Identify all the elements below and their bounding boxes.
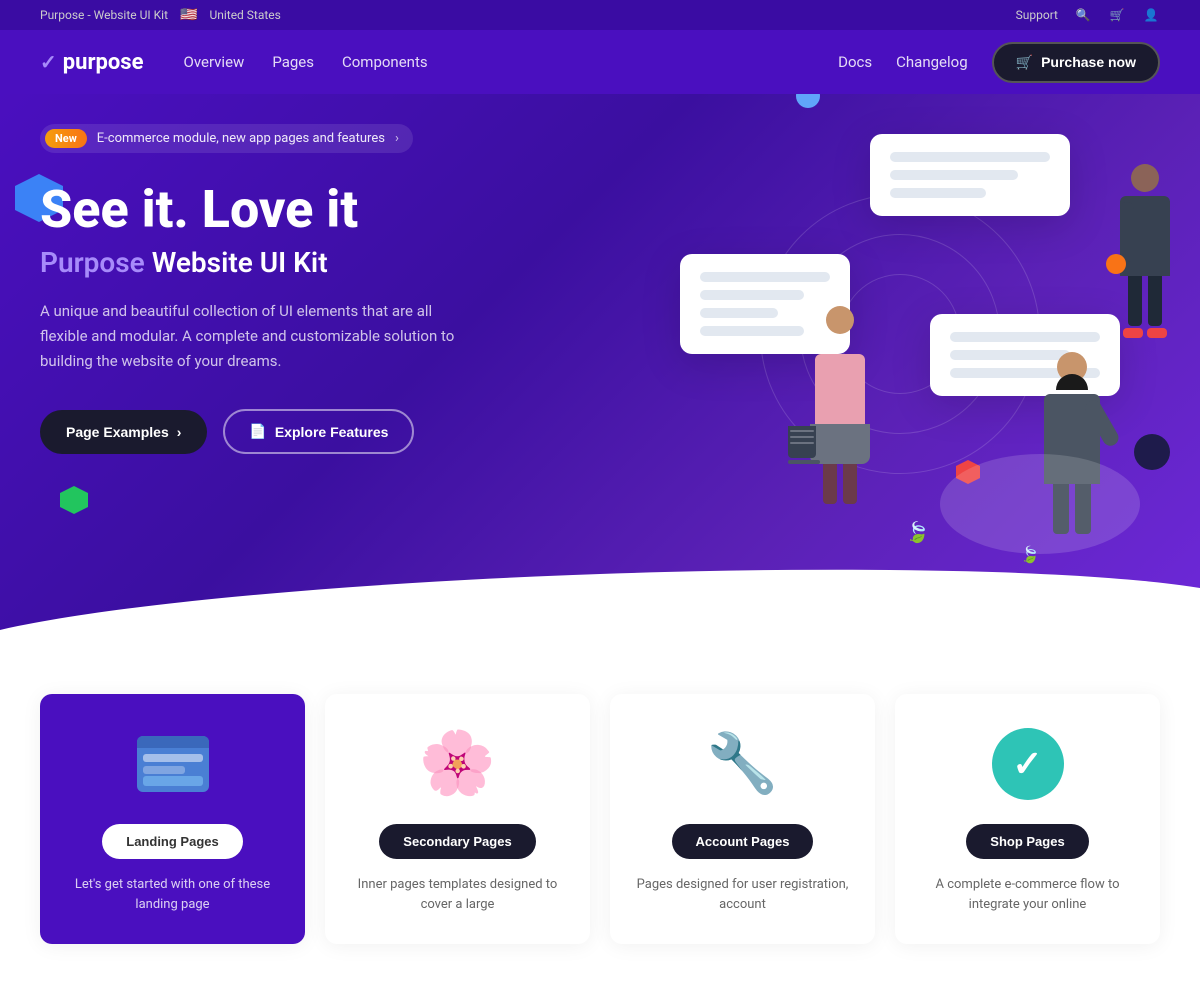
top-bar: Purpose - Website UI Kit 🇺🇸 United State… <box>0 0 1200 30</box>
nav-pages[interactable]: Pages <box>272 53 314 71</box>
secondary-pages-button[interactable]: Secondary Pages <box>379 824 535 859</box>
support-link[interactable]: Support <box>1016 8 1058 22</box>
explore-features-button[interactable]: 📄 Explore Features <box>223 409 414 454</box>
page-examples-label: Page Examples <box>66 424 169 440</box>
announcement-text: E-commerce module, new app pages and fea… <box>97 131 385 146</box>
shop-pages-card: ✓ Shop Pages A complete e-commerce flow … <box>895 694 1160 944</box>
announcement-bar[interactable]: New E-commerce module, new app pages and… <box>40 124 413 153</box>
account-pages-button[interactable]: Account Pages <box>672 824 814 859</box>
explore-features-label: Explore Features <box>275 424 389 440</box>
search-icon[interactable]: 🔍 <box>1074 6 1092 24</box>
landing-pages-label: Landing Pages <box>126 834 218 849</box>
hero-subtitle: Purpose Website UI Kit <box>40 246 520 279</box>
shop-pages-label: Shop Pages <box>990 834 1064 849</box>
orange-ball <box>1106 254 1126 274</box>
white-blob <box>940 454 1140 554</box>
hero-description: A unique and beautiful collection of UI … <box>40 299 460 373</box>
nav-components[interactable]: Components <box>342 53 428 71</box>
hero-title: See it. Love it <box>40 181 520 238</box>
new-badge: New <box>45 129 87 148</box>
leaf-2: 🍃 <box>1020 545 1040 564</box>
feature-cards-section: Landing Pages Let's get started with one… <box>0 634 1200 984</box>
secondary-pages-text: Inner pages templates designed to cover … <box>349 875 566 914</box>
nav-links: Overview Pages Components <box>184 53 428 71</box>
nav-docs[interactable]: Docs <box>838 53 872 71</box>
hero-buttons: Page Examples › 📄 Explore Features <box>40 409 520 454</box>
cart-icon[interactable]: 🛒 <box>1108 6 1126 24</box>
navbar-left: ✓ purpose Overview Pages Components <box>40 50 428 75</box>
purchase-btn-label: Purchase now <box>1041 54 1136 70</box>
person-1 <box>810 306 870 504</box>
secondary-pages-icon: 🌸 <box>418 724 498 804</box>
account-pages-icon: 🔧 <box>703 724 783 804</box>
cart-btn-icon: 🛒 <box>1016 54 1033 71</box>
ui-card-1 <box>870 134 1070 216</box>
secondary-pages-label: Secondary Pages <box>403 834 511 849</box>
logo-text: purpose <box>63 50 144 75</box>
brand-name: Purpose - Website UI Kit <box>40 8 168 22</box>
landing-pages-card: Landing Pages Let's get started with one… <box>40 694 305 944</box>
wastebasket <box>788 426 820 464</box>
page-examples-button[interactable]: Page Examples › <box>40 410 207 454</box>
shop-pages-icon: ✓ <box>988 724 1068 804</box>
shop-pages-text: A complete e-commerce flow to integrate … <box>919 875 1136 914</box>
account-pages-label: Account Pages <box>696 834 790 849</box>
shop-pages-button[interactable]: Shop Pages <box>966 824 1088 859</box>
logo[interactable]: ✓ purpose <box>40 50 144 75</box>
account-pages-text: Pages designed for user registration, ac… <box>634 875 851 914</box>
leaf-1: 🍃 <box>905 520 930 544</box>
secondary-pages-card: 🌸 Secondary Pages Inner pages templates … <box>325 694 590 944</box>
top-bar-left: Purpose - Website UI Kit 🇺🇸 United State… <box>40 7 281 23</box>
logo-icon: ✓ <box>40 50 57 74</box>
hero-section: New E-commerce module, new app pages and… <box>0 94 1200 634</box>
hero-illustration: 🍃 🍃 <box>560 114 1200 614</box>
landing-pages-icon <box>133 724 213 804</box>
user-icon[interactable]: 👤 <box>1142 6 1160 24</box>
landing-pages-button[interactable]: Landing Pages <box>102 824 242 859</box>
hero-subtitle-suffix: Website UI Kit <box>145 246 328 279</box>
top-bar-right: Support 🔍 🛒 👤 <box>1016 6 1160 24</box>
nav-changelog[interactable]: Changelog <box>896 53 967 71</box>
purchase-button[interactable]: 🛒 Purchase now <box>992 42 1160 83</box>
flag-icon: 🇺🇸 <box>180 7 197 23</box>
hex-green-shape <box>60 486 88 514</box>
doc-icon: 📄 <box>249 423 266 440</box>
hero-subtitle-prefix: Purpose <box>40 246 145 279</box>
navbar-right: Docs Changelog 🛒 Purchase now <box>838 42 1160 83</box>
nav-overview[interactable]: Overview <box>184 53 245 71</box>
arrow-icon: › <box>177 424 182 440</box>
circle-blue-shape <box>796 94 820 108</box>
landing-pages-text: Let's get started with one of these land… <box>64 875 281 914</box>
navbar: ✓ purpose Overview Pages Components Docs… <box>0 30 1200 94</box>
cards-grid: Landing Pages Let's get started with one… <box>40 694 1160 944</box>
person-3 <box>1120 164 1170 338</box>
announcement-arrow: › <box>395 131 399 146</box>
region-label: United States <box>209 8 280 22</box>
account-pages-card: 🔧 Account Pages Pages designed for user … <box>610 694 875 944</box>
hero-content: See it. Love it Purpose Website UI Kit A… <box>40 181 520 454</box>
